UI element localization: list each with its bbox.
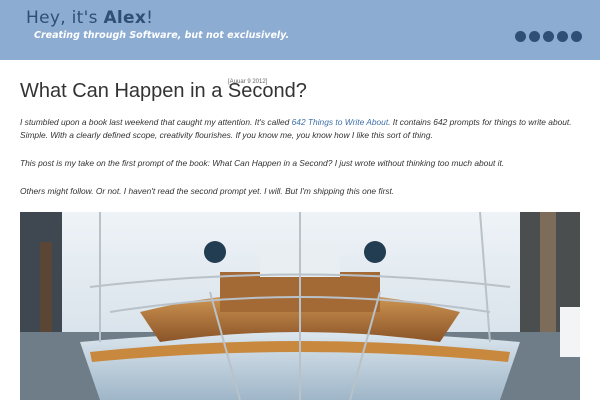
site-title-suffix[interactable]: !: [146, 8, 153, 28]
post-date: [Auuar 9 2012]: [228, 79, 268, 85]
github-icon[interactable]: [543, 31, 554, 42]
stack-overflow-icon[interactable]: [515, 31, 526, 42]
sailboat-photo: [20, 212, 580, 400]
site-title-prefix[interactable]: Hey, it's: [26, 8, 103, 28]
post-paragraph-2: This post is my take on the first prompt…: [20, 158, 505, 168]
sailboat-photo-image: [20, 212, 580, 400]
social-links: [515, 31, 582, 42]
post-paragraph-3: Others might follow. Or not. I haven't r…: [20, 186, 395, 196]
post-paragraph-1: I stumbled upon a book last weekend that…: [20, 116, 585, 141]
site-header: Hey, it's Alex! Creating through Softwar…: [0, 0, 600, 60]
site-title[interactable]: Hey, it's Alex!: [26, 8, 153, 28]
flickr-icon[interactable]: [529, 31, 540, 42]
paragraph-text: I stumbled upon a book last weekend that…: [20, 117, 292, 127]
book-link[interactable]: 642 Things to Write About: [292, 117, 389, 127]
twitter-icon[interactable]: [557, 31, 568, 42]
site-title-name[interactable]: Alex: [103, 8, 146, 28]
site-tagline: Creating through Software, but not exclu…: [34, 30, 290, 41]
rss-icon[interactable]: [571, 31, 582, 42]
